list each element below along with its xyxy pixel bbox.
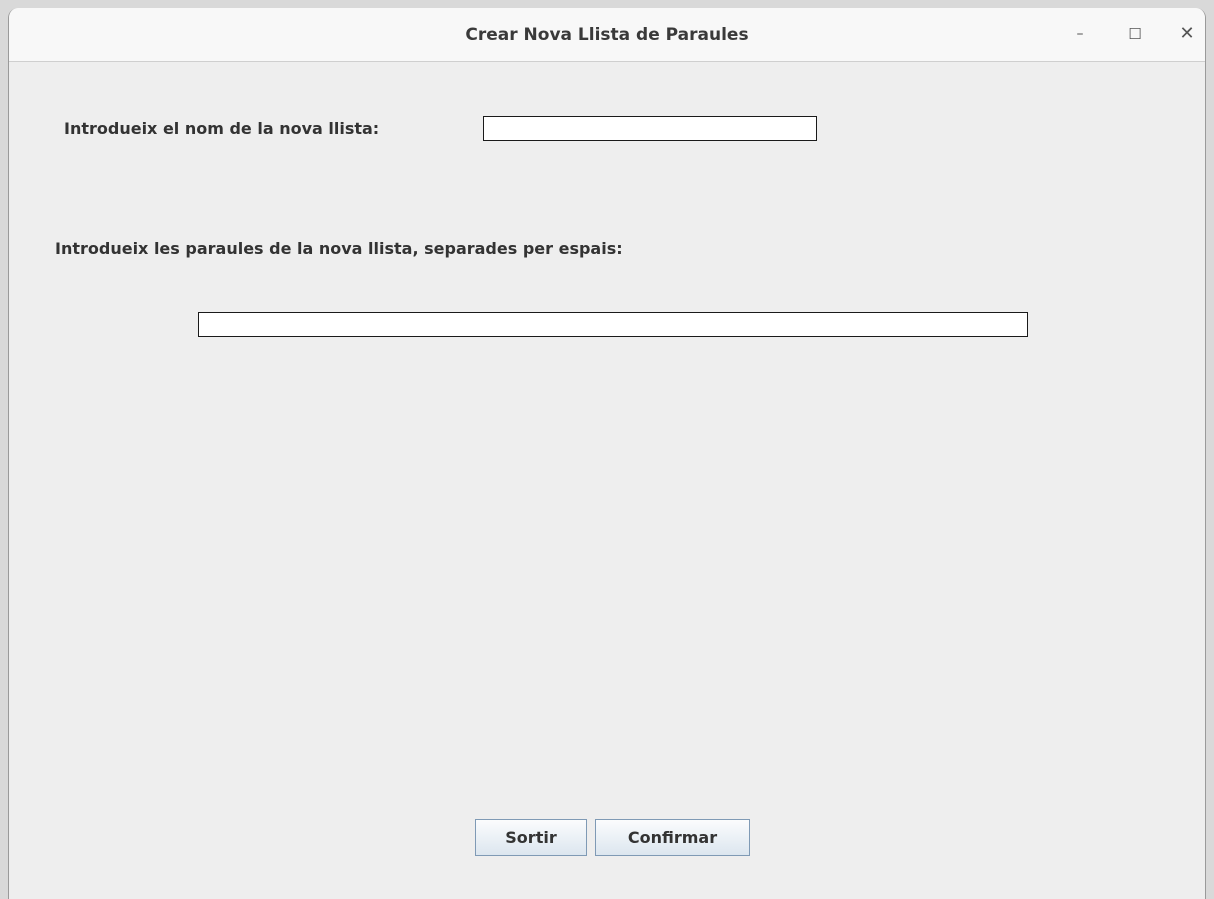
- dialog-window: Crear Nova Llista de Paraules – ☐ ✕ Intr…: [8, 8, 1206, 899]
- minimize-icon[interactable]: –: [1068, 22, 1092, 46]
- maximize-icon[interactable]: ☐: [1123, 22, 1147, 46]
- words-label: Introdueix les paraules de la nova llist…: [55, 239, 623, 258]
- exit-button[interactable]: Sortir: [475, 819, 587, 856]
- close-icon[interactable]: ✕: [1175, 22, 1199, 46]
- confirm-button[interactable]: Confirmar: [595, 819, 750, 856]
- list-name-label: Introdueix el nom de la nova llista:: [64, 119, 380, 138]
- words-input[interactable]: [198, 312, 1028, 337]
- title-bar: Crear Nova Llista de Paraules – ☐ ✕: [9, 8, 1205, 62]
- list-name-input[interactable]: [483, 116, 817, 141]
- window-title: Crear Nova Llista de Paraules: [465, 25, 749, 45]
